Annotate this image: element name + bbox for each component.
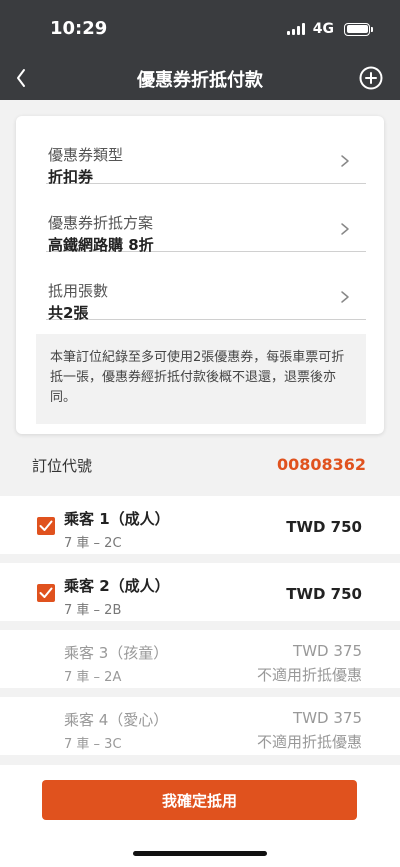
chevron-right-icon [341, 291, 349, 303]
passenger-checkbox[interactable] [37, 584, 55, 602]
coupon-plan-label: 優惠券折抵方案 [48, 214, 154, 232]
passenger-name: 乘客 1（成人） [64, 510, 170, 528]
passenger-name: 乘客 2（成人） [64, 577, 170, 595]
passenger-seat: 7 車 – 3C [64, 737, 122, 752]
coupon-type-label: 優惠券類型 [48, 146, 124, 164]
confirm-button[interactable]: 我確定抵用 [42, 780, 357, 820]
passenger-seat: 7 車 – 2A [64, 670, 122, 685]
passenger-name: 乘客 4（愛心） [64, 711, 169, 729]
coupon-plan-row[interactable]: 優惠券折抵方案 高鐵網路購 8折 [46, 194, 366, 254]
status-indicators: 4G [286, 21, 373, 37]
passenger-name: 乘客 3（孩童） [64, 644, 169, 662]
passenger-price: TWD 375 [293, 709, 362, 727]
passenger-seat: 7 車 – 2B [64, 603, 122, 618]
passenger-seat: 7 車 – 2C [64, 536, 122, 551]
chevron-right-icon [341, 223, 349, 235]
passenger-ineligible-note: 不適用折抵優惠 [256, 733, 362, 751]
battery-icon [344, 22, 373, 36]
home-indicator [133, 851, 267, 856]
passenger-row-1[interactable]: 乘客 1（成人） 7 車 – 2C TWD 750 [0, 496, 400, 554]
passenger-price: TWD 375 [293, 642, 362, 660]
coupon-type-row[interactable]: 優惠券類型 折扣券 [46, 126, 366, 186]
passenger-row-4: 乘客 4（愛心） 7 車 – 3C TWD 375 不適用折抵優惠 [0, 697, 400, 755]
booking-number: 00808362 [276, 455, 366, 474]
booking-label: 訂位代號 [32, 457, 93, 475]
passenger-ineligible-note: 不適用折抵優惠 [256, 666, 362, 684]
status-bar: 10:29 4G [0, 0, 400, 56]
chevron-right-icon [341, 155, 349, 167]
passenger-row-2[interactable]: 乘客 2（成人） 7 車 – 2B TWD 750 [0, 563, 400, 621]
signal-icon [286, 23, 305, 35]
passenger-price: TWD 750 [286, 585, 362, 603]
coupon-note: 本筆訂位紀錄至多可使用2張優惠券，每張車票可折抵一張，優惠券經折抵付款後概不退還… [36, 334, 366, 424]
coupon-type-value: 折扣券 [48, 168, 94, 186]
plus-circle-icon [359, 66, 383, 90]
coupon-count-label: 抵用張數 [48, 282, 109, 300]
status-time: 10:29 [50, 18, 108, 39]
passenger-checkbox[interactable] [37, 517, 55, 535]
passenger-price: TWD 750 [286, 518, 362, 536]
check-icon [39, 587, 53, 598]
coupon-count-row[interactable]: 抵用張數 共2張 [46, 262, 366, 322]
check-icon [39, 520, 53, 531]
page-title: 優惠券折抵付款 [137, 70, 263, 91]
network-type: 4G [312, 21, 334, 37]
nav-bar: 優惠券折抵付款 [0, 56, 400, 100]
coupon-count-value: 共2張 [48, 304, 89, 322]
coupon-plan-value: 高鐵網路購 8折 [48, 236, 154, 254]
add-button[interactable] [358, 65, 384, 91]
passenger-row-3: 乘客 3（孩童） 7 車 – 2A TWD 375 不適用折抵優惠 [0, 630, 400, 688]
